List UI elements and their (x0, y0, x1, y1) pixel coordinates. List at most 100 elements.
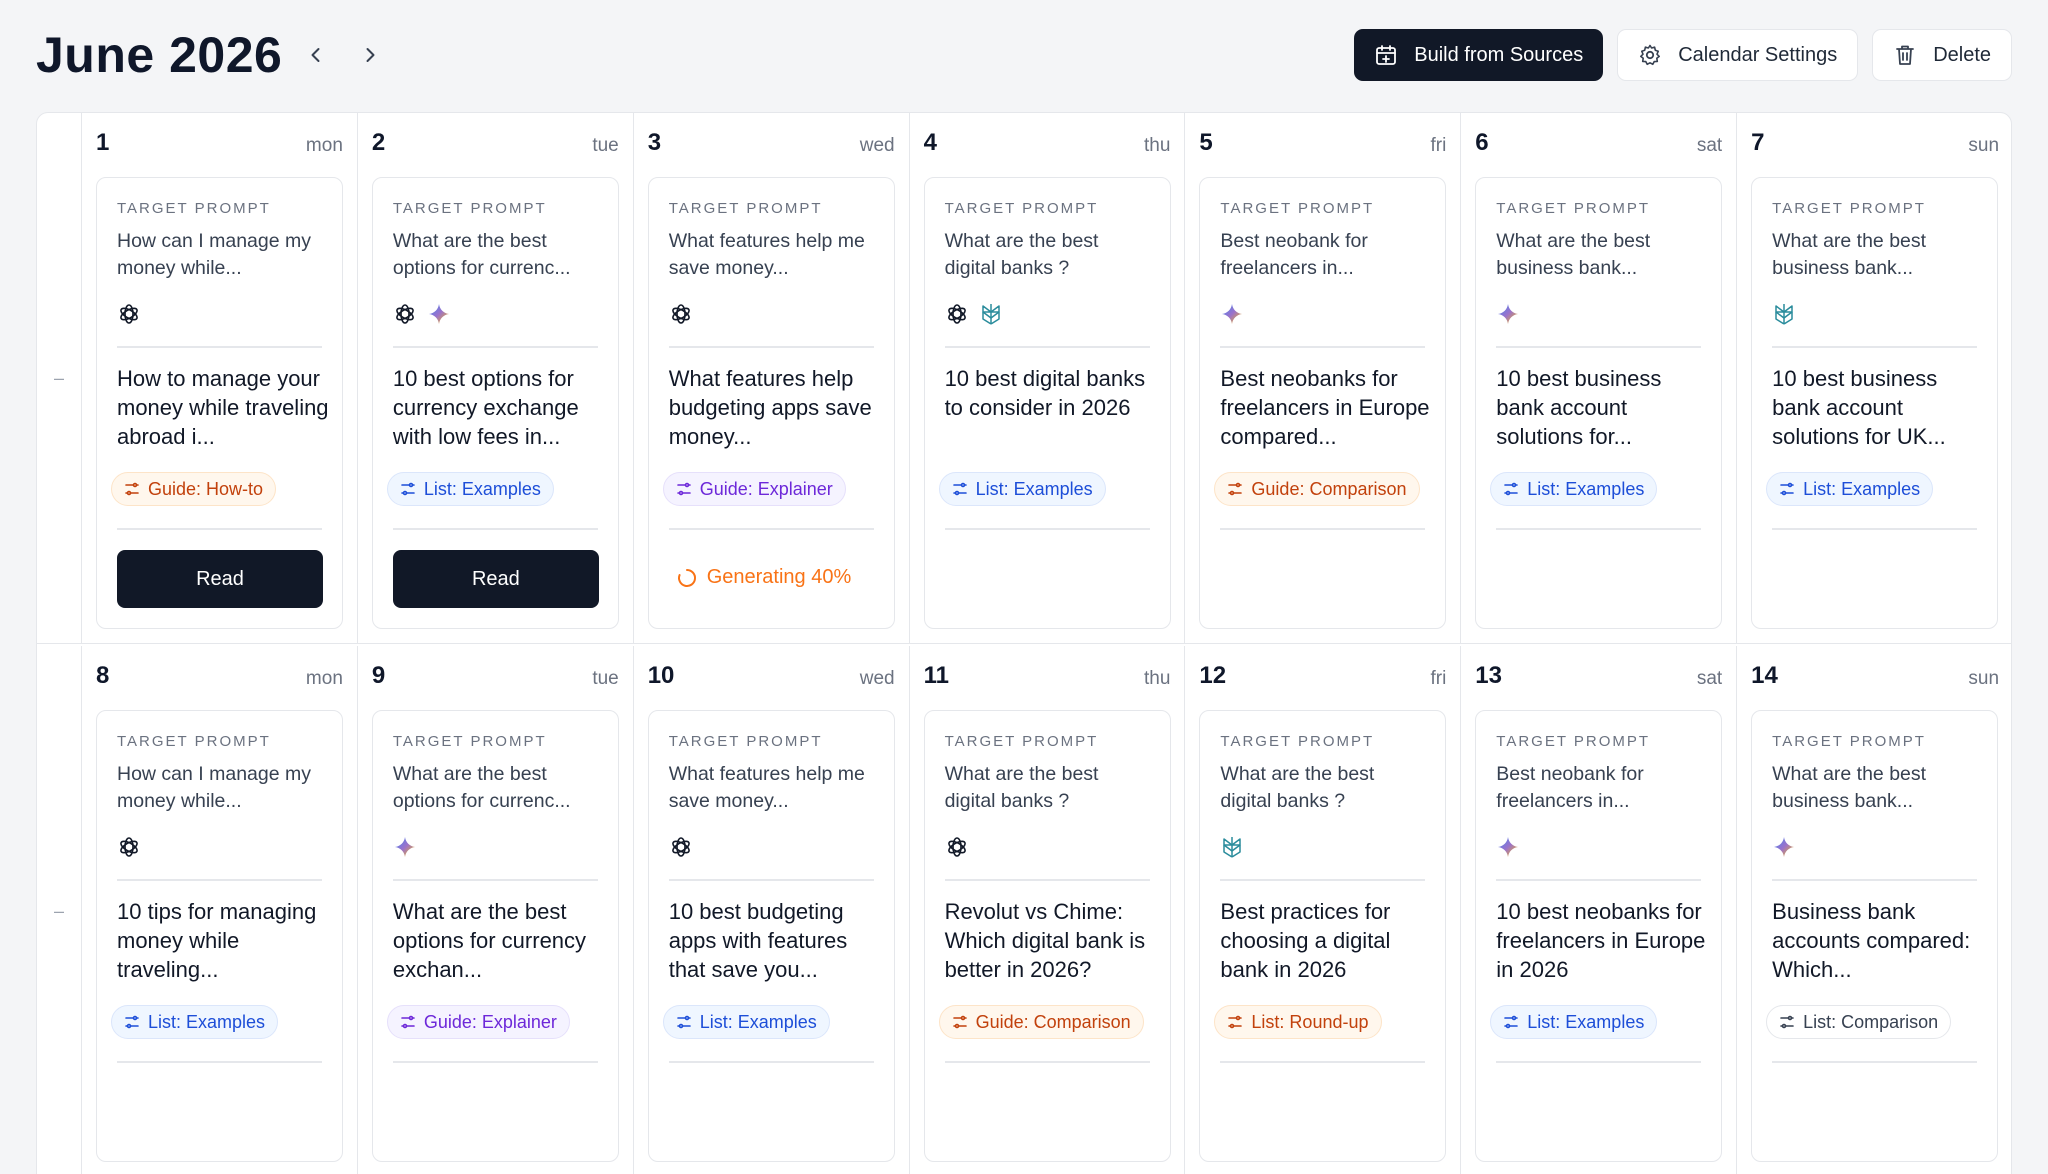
target-prompt-label: TARGET PROMPT (944, 200, 1099, 217)
day-number: 9 (371, 662, 386, 689)
calendar-day: 13 sat TARGET PROMPT Best neobank for fr… (1461, 646, 1738, 1174)
article-title: Revolut vs Chime: Which digital bank is … (944, 899, 1146, 982)
target-prompt-label: TARGET PROMPT (944, 733, 1099, 750)
model-icons (669, 835, 693, 864)
gemini-icon (1496, 302, 1520, 331)
calendar-day: 1 mon TARGET PROMPT How can I manage my … (82, 113, 358, 643)
divider (117, 879, 322, 881)
content-type-tag: Guide: Explainer (662, 472, 846, 506)
content-card[interactable]: TARGET PROMPT What features help me save… (647, 177, 895, 629)
day-name: mon (305, 135, 343, 156)
content-type-tag: List: Examples (938, 472, 1106, 506)
calendar-day: 12 fri TARGET PROMPT What are the best d… (1185, 646, 1462, 1174)
calendar-day: 11 thu TARGET PROMPT What are the best d… (910, 646, 1186, 1174)
model-icons (945, 302, 1003, 331)
tag-label: List: Examples (148, 1011, 266, 1032)
article-title: What features help budgeting apps save m… (668, 366, 872, 449)
openai-icon (945, 835, 969, 864)
day-number: 3 (647, 129, 662, 156)
article-title: Business bank accounts compared: Which..… (1772, 899, 1971, 982)
day-number: 10 (647, 662, 675, 689)
calendar-settings-label: Calendar Settings (1678, 43, 1838, 66)
next-month-button[interactable] (350, 35, 390, 75)
day-name: sun (1968, 135, 2000, 156)
openai-icon (117, 835, 141, 864)
article-title: Best practices for choosing a digital ba… (1220, 899, 1391, 982)
delete-button[interactable]: Delete (1872, 29, 2012, 81)
target-prompt-label: TARGET PROMPT (1772, 200, 1926, 217)
calendar-plus-icon (1376, 45, 1397, 65)
trash-icon (1896, 45, 1915, 65)
content-card[interactable]: TARGET PROMPT What are the best options … (371, 710, 619, 1162)
day-name: sat (1696, 135, 1723, 156)
day-number: 12 (1199, 662, 1227, 689)
tag-label: Guide: Comparison (1251, 478, 1407, 499)
model-icons (117, 835, 141, 864)
content-type-tag: List: Examples (662, 1005, 830, 1039)
content-card[interactable]: TARGET PROMPT What are the best business… (1751, 710, 1999, 1162)
tag-label: List: Comparison (1803, 1011, 1939, 1032)
perplexity-icon (1220, 835, 1244, 864)
content-card[interactable]: TARGET PROMPT How can I manage my money … (96, 710, 343, 1162)
content-card[interactable]: TARGET PROMPT What are the best digital … (1199, 710, 1447, 1162)
day-number: 2 (371, 129, 386, 156)
target-prompt-label: TARGET PROMPT (117, 733, 271, 750)
content-type-tag: List: Examples (1490, 472, 1658, 506)
divider (1220, 346, 1426, 348)
article-title: 10 best digital banks to consider in 202… (944, 366, 1146, 420)
day-name: tue (592, 668, 619, 689)
target-prompt-label: TARGET PROMPT (668, 200, 823, 217)
tag-icon (1779, 481, 1795, 497)
divider (944, 1061, 1150, 1063)
calendar-page: June 2026 Build from Sources Calendar Se… (0, 0, 2048, 1174)
prev-month-button[interactable] (296, 35, 336, 75)
divider (1496, 1061, 1702, 1063)
tag-label: List: Examples (1527, 478, 1645, 499)
article-title: Best neobanks for freelancers in Europe … (1220, 366, 1430, 449)
build-from-sources-button[interactable]: Build from Sources (1354, 29, 1604, 81)
content-card[interactable]: TARGET PROMPT What features help me save… (647, 710, 895, 1162)
openai-icon (393, 302, 417, 331)
chevron-right-icon (366, 48, 375, 62)
target-prompt-label: TARGET PROMPT (392, 200, 547, 217)
content-card[interactable]: TARGET PROMPT How can I manage my money … (96, 177, 343, 629)
tag-icon (400, 1014, 416, 1030)
target-prompt-label: TARGET PROMPT (1772, 733, 1926, 750)
divider (1772, 528, 1978, 530)
divider (117, 346, 322, 348)
divider (944, 879, 1150, 881)
tag-icon (1503, 481, 1519, 497)
tag-icon (400, 481, 416, 497)
openai-icon (669, 302, 693, 331)
model-icons (1496, 302, 1520, 331)
content-card[interactable]: TARGET PROMPT Best neobank for freelance… (1199, 177, 1447, 629)
tag-icon (124, 481, 140, 497)
tag-icon (952, 481, 968, 497)
day-number: 7 (1751, 129, 1765, 156)
target-prompt-text: What are the best business bank... (1772, 230, 1927, 279)
content-type-tag: List: Examples (111, 1005, 279, 1039)
calendar-settings-button[interactable]: Calendar Settings (1617, 29, 1859, 81)
target-prompt-label: TARGET PROMPT (1220, 200, 1375, 217)
read-button[interactable]: Read (117, 550, 323, 608)
divider (392, 1061, 598, 1063)
calendar-day: 14 sun TARGET PROMPT What are the best b… (1737, 646, 2011, 1174)
content-card[interactable]: TARGET PROMPT What are the best options … (371, 177, 619, 629)
read-button[interactable]: Read (392, 550, 599, 608)
divider (117, 528, 322, 530)
target-prompt-label: TARGET PROMPT (1220, 733, 1375, 750)
divider (392, 879, 598, 881)
target-prompt-text: Best neobank for freelancers in... (1496, 763, 1644, 812)
tag-label: List: Examples (1803, 478, 1921, 499)
calendar-day: 6 sat TARGET PROMPT What are the best bu… (1461, 113, 1738, 643)
model-icons (1772, 835, 1796, 864)
content-card[interactable]: TARGET PROMPT What are the best digital … (923, 177, 1171, 629)
content-card[interactable]: TARGET PROMPT What are the best digital … (923, 710, 1171, 1162)
content-card[interactable]: TARGET PROMPT What are the best business… (1475, 177, 1723, 629)
model-icons (117, 302, 141, 331)
content-card[interactable]: TARGET PROMPT What are the best business… (1751, 177, 1999, 629)
content-card[interactable]: TARGET PROMPT Best neobank for freelance… (1475, 710, 1723, 1162)
divider (668, 346, 874, 348)
header-actions: Build from Sources Calendar Settings Del… (1354, 29, 2012, 81)
divider (668, 528, 874, 530)
